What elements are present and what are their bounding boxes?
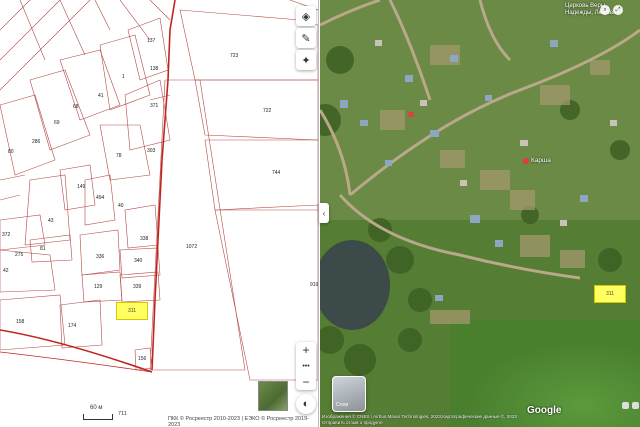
parcel-label: 303 bbox=[147, 148, 156, 154]
layers-label: Слои bbox=[336, 402, 349, 408]
compass-icon[interactable]: ◐ bbox=[296, 394, 316, 414]
more-button[interactable]: ••• bbox=[296, 358, 316, 374]
pencil-icon[interactable]: ✎ bbox=[296, 28, 316, 48]
parcel-label: 1 bbox=[122, 74, 125, 80]
parcel-label: 275 bbox=[15, 252, 24, 258]
copyright-text: ПКК © Росреестр 2010-2023 | ЕЭКО © Росре… bbox=[168, 416, 310, 427]
layers-icon[interactable]: ◈ bbox=[296, 6, 316, 26]
scale-label: 60 м bbox=[90, 405, 103, 411]
parcel-label: 340 bbox=[134, 258, 143, 264]
parcel-label: 919 bbox=[310, 282, 319, 288]
parcel-label: 339 bbox=[133, 284, 142, 290]
parcel-label: 129 bbox=[94, 284, 103, 290]
scale-icon[interactable] bbox=[632, 402, 639, 409]
zoom-out-button[interactable]: − bbox=[296, 374, 316, 390]
parcel-label: 338 bbox=[140, 236, 149, 242]
parcel-label: 69 bbox=[54, 120, 60, 126]
place-label: Карша bbox=[531, 157, 551, 164]
layers-button[interactable]: Слои bbox=[332, 376, 366, 412]
parcel-label: 336 bbox=[96, 254, 105, 260]
parcel-label: 68 bbox=[73, 104, 79, 110]
keyboard-icon[interactable] bbox=[622, 402, 629, 409]
basemap-thumbnail[interactable] bbox=[258, 381, 288, 411]
cadastral-map[interactable]: 137 138 371 1 41 68 69 286 80 78 303 494… bbox=[0, 0, 319, 427]
map-pin-icon bbox=[523, 157, 529, 164]
place-marker[interactable]: Карша bbox=[523, 157, 551, 164]
parcel-label: 494 bbox=[96, 195, 105, 201]
highlighted-parcel[interactable]: 311 bbox=[594, 285, 626, 303]
split-map-viewer: 137 138 371 1 41 68 69 286 80 78 303 494… bbox=[0, 0, 640, 427]
parcel-label: 41 bbox=[98, 93, 104, 99]
parcel-label: 40 bbox=[118, 203, 124, 209]
highlighted-parcel[interactable]: 311 bbox=[116, 302, 148, 320]
zoom-in-button[interactable]: + bbox=[296, 342, 316, 358]
feedback-link[interactable]: Отправить отзыв о продукте bbox=[322, 420, 383, 425]
cadastral-parcels: 137 138 371 1 41 68 69 286 80 78 303 494… bbox=[0, 0, 319, 381]
parcel-label: 711 bbox=[118, 411, 127, 417]
parcel-label: 286 bbox=[32, 139, 41, 145]
parcel-label: 43 bbox=[48, 218, 54, 224]
parcel-label: 158 bbox=[16, 319, 25, 325]
parcel-label: 81 bbox=[40, 246, 46, 252]
parcel-label: 156 bbox=[138, 356, 147, 362]
parcel-label: 42 bbox=[3, 268, 9, 274]
parcel-label: 80 bbox=[8, 149, 14, 155]
parcel-label: 723 bbox=[230, 53, 239, 59]
parcel-label: 744 bbox=[272, 170, 281, 176]
splitter-handle[interactable]: ‹ bbox=[319, 203, 329, 223]
parcel-label: 372 bbox=[2, 232, 11, 238]
satellite-image bbox=[320, 0, 640, 427]
parcel-label: 722 bbox=[263, 108, 272, 114]
zoom-control: + ••• − bbox=[296, 342, 316, 390]
map-small-controls bbox=[622, 402, 639, 409]
parcel-label: 137 bbox=[147, 38, 156, 44]
search-icon[interactable]: ⌕ bbox=[600, 5, 610, 15]
pin-icon[interactable]: ✦ bbox=[296, 50, 316, 70]
parcel-label: 149 bbox=[77, 184, 86, 190]
parcel-label: 1072 bbox=[186, 244, 197, 250]
fullscreen-icon[interactable]: ⤢ bbox=[613, 5, 623, 15]
satellite-map[interactable]: 311 bbox=[320, 0, 640, 427]
parcel-label: 138 bbox=[150, 66, 159, 72]
attribution-text: Изображения © CNES / Airbus,Maxar Techno… bbox=[322, 414, 517, 419]
parcel-label: 371 bbox=[150, 103, 159, 109]
parcel-label: 78 bbox=[116, 153, 122, 159]
parcel-label: 174 bbox=[68, 323, 77, 329]
scale-bar bbox=[83, 414, 113, 420]
map-controls: ⌕ ⤢ bbox=[600, 5, 623, 15]
